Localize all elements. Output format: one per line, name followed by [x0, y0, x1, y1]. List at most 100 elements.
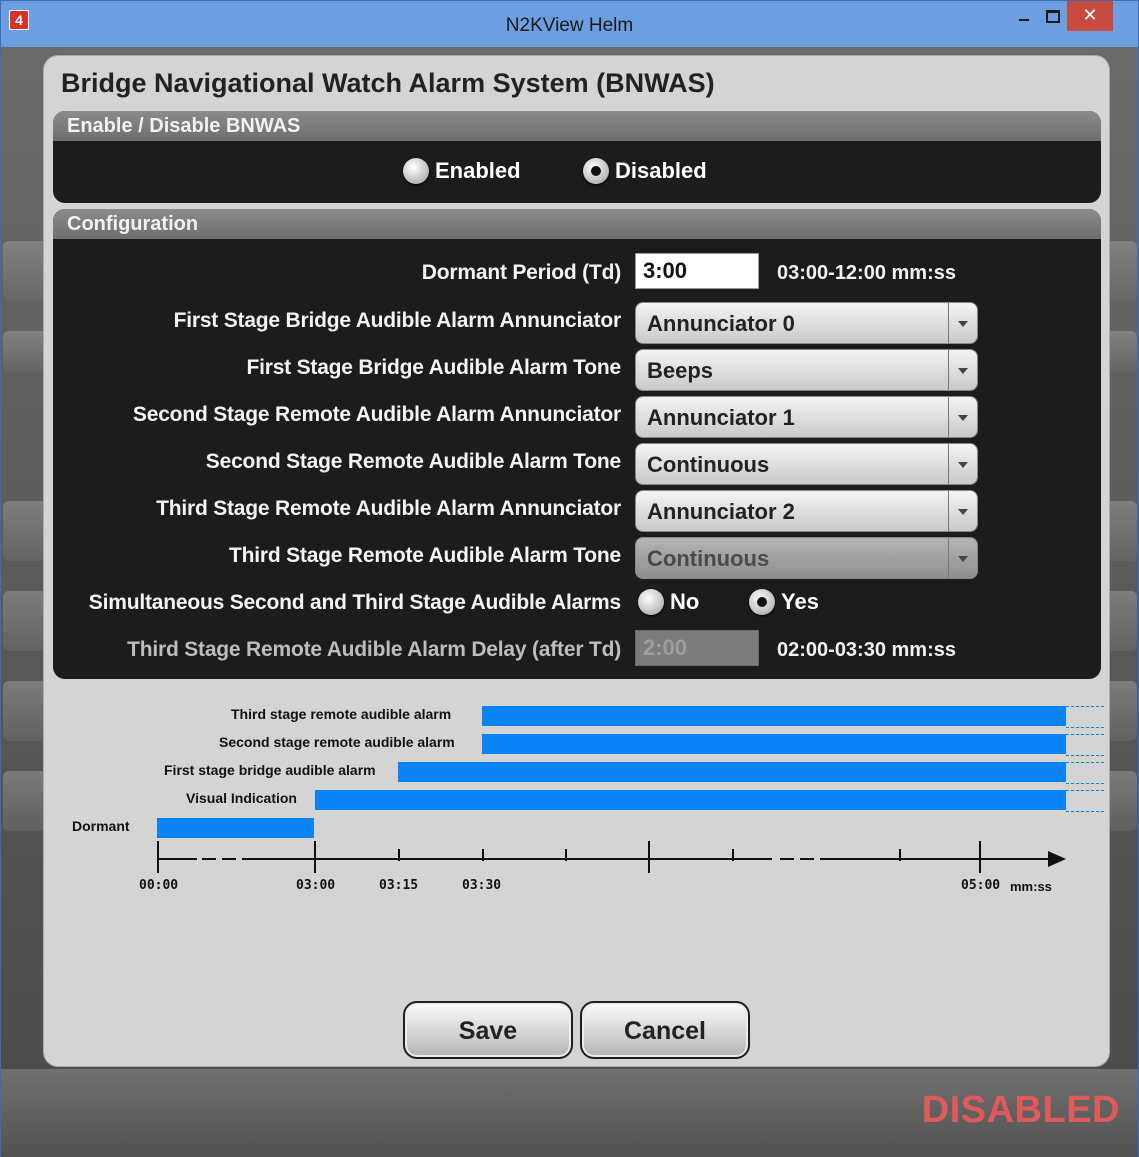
enable-panel: Enable / Disable BNWAS Enabled Disabled	[53, 111, 1101, 203]
bnwas-dialog: Bridge Navigational Watch Alarm System (…	[44, 56, 1109, 1066]
dormant-period-range: 03:00-12:00 mm:ss	[777, 262, 956, 284]
close-icon[interactable]: ✕	[1067, 1, 1113, 31]
window-title: N2KView Helm	[505, 15, 634, 36]
timeline-continuation	[1066, 790, 1104, 812]
timeline-axis	[157, 858, 197, 860]
background-panel	[3, 591, 47, 651]
app-window: 4 N2KView Helm ✕ DISABLED Bridge Navigat…	[0, 0, 1139, 1157]
axis-tick	[732, 849, 734, 861]
timeline-axis	[242, 858, 772, 860]
timeline-bar-third-stage	[482, 706, 1066, 726]
radio-selected-icon	[583, 158, 609, 184]
tick-label-0330: 03:30	[462, 878, 502, 893]
select-value: Beeps	[647, 358, 714, 383]
timeline-axis	[202, 858, 216, 860]
simultaneous-no-label: No	[670, 589, 700, 614]
tick-label-0000: 00:00	[139, 878, 179, 893]
timeline-label-third-stage: Third stage remote audible alarm	[231, 706, 452, 722]
axis-tick	[899, 849, 901, 861]
second-annunciator-label: Second Stage Remote Audible Alarm Annunc…	[132, 403, 621, 426]
tick-label-0315: 03:15	[379, 878, 419, 893]
timeline-label-visual: Visual Indication	[186, 790, 297, 806]
dormant-period-input[interactable]: 3:00	[635, 253, 759, 289]
third-annunciator-label: Third Stage Remote Audible Alarm Annunci…	[156, 497, 621, 520]
axis-tick	[482, 849, 484, 861]
background-panel	[3, 681, 47, 741]
cancel-button[interactable]: Cancel	[580, 1001, 750, 1059]
third-tone-select: Continuous	[635, 537, 978, 579]
second-tone-label: Second Stage Remote Audible Alarm Tone	[205, 450, 621, 473]
background-panel	[3, 771, 47, 831]
chevron-down-icon[interactable]	[948, 491, 977, 531]
second-annunciator-select[interactable]: Annunciator 1	[635, 396, 978, 438]
first-annunciator-label: First Stage Bridge Audible Alarm Annunci…	[173, 309, 622, 332]
third-tone-label: Third Stage Remote Audible Alarm Tone	[228, 544, 621, 567]
dialog-title: Bridge Navigational Watch Alarm System (…	[61, 68, 715, 98]
maximize-icon[interactable]	[1037, 1, 1067, 31]
axis-arrow-icon	[1048, 851, 1066, 867]
timeline-continuation	[1066, 762, 1104, 784]
background-panel	[3, 241, 47, 301]
axis-tick	[565, 849, 567, 861]
third-delay-label: Third Stage Remote Audible Alarm Delay (…	[127, 638, 621, 661]
third-delay-range: 02:00-03:30 mm:ss	[777, 639, 956, 661]
axis-tick	[157, 841, 159, 873]
timeline-axis	[780, 858, 794, 860]
axis-tick	[398, 849, 400, 861]
timeline-axis	[820, 858, 1050, 860]
tick-label-0500: 05:00	[961, 878, 1001, 893]
select-value: Annunciator 2	[647, 499, 795, 524]
alarm-timeline: Third stage remote audible alarm Second …	[44, 686, 1109, 936]
radio-icon	[638, 589, 664, 615]
simultaneous-yes-radio[interactable]: Yes	[749, 587, 819, 617]
save-button[interactable]: Save	[403, 1001, 573, 1059]
axis-tick	[314, 841, 316, 873]
minimize-icon[interactable]	[1009, 1, 1039, 31]
configuration-panel: Configuration Dormant Period (Td) 3:00 0…	[53, 209, 1101, 679]
first-annunciator-select[interactable]: Annunciator 0	[635, 302, 978, 344]
configuration-panel-header: Configuration	[53, 209, 1101, 239]
axis-tick	[648, 841, 650, 873]
timeline-axis	[800, 858, 814, 860]
enabled-radio[interactable]: Enabled	[403, 156, 521, 186]
background-panel	[3, 331, 47, 371]
timeline-bar-visual	[315, 790, 1066, 810]
title-bar[interactable]: 4 N2KView Helm ✕	[1, 1, 1138, 47]
chevron-down-icon[interactable]	[948, 303, 977, 343]
background-panel	[3, 501, 47, 561]
tick-label-units: mm:ss	[1010, 879, 1052, 894]
timeline-bar-second-stage	[482, 734, 1066, 754]
simultaneous-no-radio[interactable]: No	[638, 587, 699, 617]
tick-label-0300: 03:00	[296, 878, 336, 893]
timeline-axis	[222, 858, 236, 860]
radio-selected-icon	[749, 589, 775, 615]
chevron-down-icon[interactable]	[948, 350, 977, 390]
enable-panel-header: Enable / Disable BNWAS	[53, 111, 1101, 141]
chevron-down-icon	[948, 538, 977, 578]
simultaneous-label: Simultaneous Second and Third Stage Audi…	[88, 591, 621, 614]
radio-icon	[403, 158, 429, 184]
status-badge: DISABLED	[921, 1089, 1120, 1131]
dormant-period-label: Dormant Period (Td)	[421, 261, 621, 284]
select-value: Continuous	[647, 452, 770, 477]
timeline-bar-first-stage	[398, 762, 1066, 782]
enabled-radio-label: Enabled	[435, 158, 521, 183]
timeline-continuation	[1066, 706, 1104, 728]
timeline-label-second-stage: Second stage remote audible alarm	[219, 734, 455, 750]
first-tone-select[interactable]: Beeps	[635, 349, 978, 391]
timeline-label-first-stage: First stage bridge audible alarm	[164, 762, 376, 778]
disabled-radio-label: Disabled	[615, 158, 707, 183]
select-value: Annunciator 0	[647, 311, 795, 336]
chevron-down-icon[interactable]	[948, 397, 977, 437]
simultaneous-yes-label: Yes	[781, 589, 819, 614]
third-annunciator-select[interactable]: Annunciator 2	[635, 490, 978, 532]
timeline-continuation	[1066, 734, 1104, 756]
select-value: Continuous	[647, 546, 770, 571]
timeline-bar-dormant	[157, 818, 314, 838]
chevron-down-icon[interactable]	[948, 444, 977, 484]
axis-tick	[979, 841, 981, 873]
select-value: Annunciator 1	[647, 405, 795, 430]
timeline-label-dormant: Dormant	[72, 818, 130, 834]
disabled-radio[interactable]: Disabled	[583, 156, 707, 186]
second-tone-select[interactable]: Continuous	[635, 443, 978, 485]
